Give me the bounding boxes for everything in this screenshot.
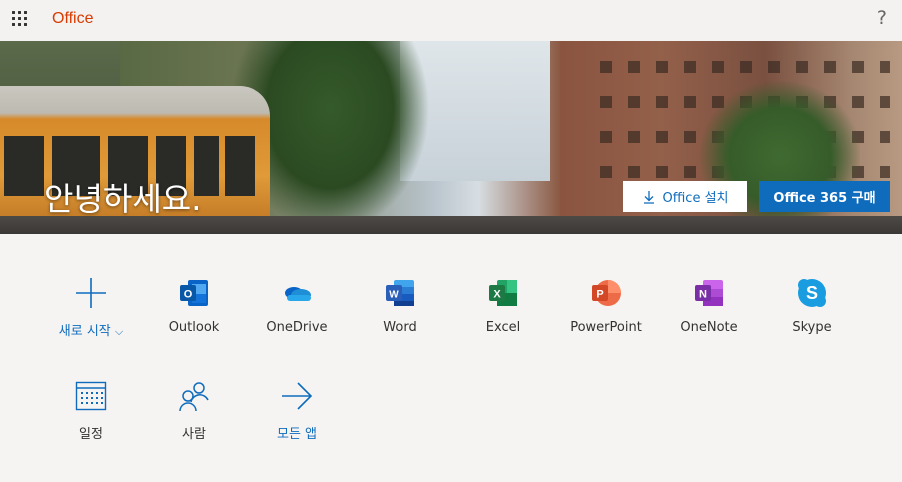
help-icon[interactable]: ? <box>877 7 887 29</box>
app-label-calendar: 일정 <box>79 427 103 442</box>
new-start-button[interactable]: 새로 시작 ⌵ <box>41 277 141 357</box>
app-label-powerpoint: PowerPoint <box>570 320 642 335</box>
app-tile-people[interactable]: 사람 <box>144 380 244 460</box>
app-tile-powerpoint[interactable]: P PowerPoint <box>556 277 656 357</box>
app-tile-excel[interactable]: X Excel <box>453 277 553 357</box>
app-label-all-apps: 모든 앱 <box>276 427 317 442</box>
chevron-down-icon: ⌵ <box>114 325 124 338</box>
app-tile-word[interactable]: W Word <box>350 277 450 357</box>
app-label-skype: Skype <box>792 320 832 335</box>
top-bar: Office ? <box>0 0 902 41</box>
buy-office365-button[interactable]: Office 365 구매 <box>759 181 890 212</box>
app-tile-skype[interactable]: S Skype <box>762 277 862 357</box>
svg-text:P: P <box>596 289 603 301</box>
app-tile-calendar[interactable]: 일정 <box>41 380 141 460</box>
svg-text:X: X <box>493 289 501 301</box>
app-label-word: Word <box>383 320 417 335</box>
app-label-outlook: Outlook <box>168 320 220 335</box>
app-label-onenote: OneNote <box>680 320 738 335</box>
arrow-right-icon <box>282 382 313 410</box>
word-icon: W <box>386 280 414 306</box>
download-icon <box>643 190 654 204</box>
svg-text:N: N <box>699 289 707 301</box>
calendar-icon <box>75 381 107 411</box>
new-start-label: 새로 시작 ⌵ <box>58 324 124 339</box>
app-tile-onedrive[interactable]: OneDrive <box>247 277 347 357</box>
excel-icon: X <box>489 280 517 306</box>
outlook-icon: O <box>180 280 208 306</box>
app-label-onedrive: OneDrive <box>266 320 328 335</box>
people-icon <box>179 382 209 412</box>
svg-text:W: W <box>389 290 399 301</box>
app-tile-all-apps[interactable]: 모든 앱 <box>247 380 347 460</box>
app-launcher-icon[interactable] <box>12 11 28 27</box>
onenote-icon: N <box>695 280 723 306</box>
app-tile-outlook[interactable]: O Outlook <box>144 277 244 357</box>
skype-icon: S <box>798 279 826 307</box>
install-office-button[interactable]: Office 설치 <box>623 181 747 212</box>
app-tile-onenote[interactable]: N OneNote <box>659 277 759 357</box>
greeting-heading: 안녕하세요. <box>44 180 202 218</box>
app-label-people: 사람 <box>182 427 206 442</box>
onedrive-icon <box>285 287 311 301</box>
powerpoint-icon: P <box>592 280 621 306</box>
app-label-excel: Excel <box>485 320 521 335</box>
install-office-label: Office 설치 <box>662 191 729 206</box>
svg-text:O: O <box>184 289 193 301</box>
office-brand-link[interactable]: Office <box>52 10 94 28</box>
plus-icon <box>76 278 106 308</box>
svg-text:S: S <box>806 283 818 303</box>
